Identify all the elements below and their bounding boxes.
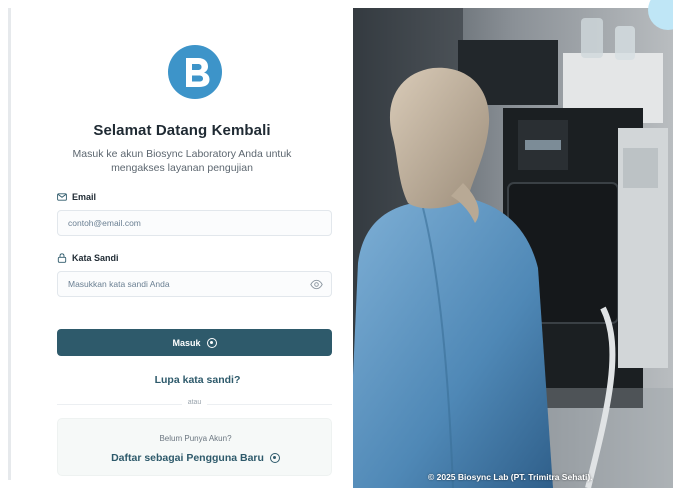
login-button-label: Masuk <box>172 337 201 348</box>
register-question: Belum Punya Akun? <box>159 434 232 443</box>
loading-icon <box>206 337 217 348</box>
login-page: Selamat Datang Kembali Masuk ke akun Bio… <box>0 0 673 488</box>
email-label-text: Email <box>72 192 97 202</box>
divider-text: atau <box>11 399 378 406</box>
register-loading-icon <box>269 453 280 463</box>
lock-icon <box>57 253 67 263</box>
divider-label: atau <box>181 399 208 406</box>
password-field[interactable]: Masukkan kata sandi Anda <box>57 271 332 297</box>
email-field[interactable]: contoh@email.com <box>57 210 332 236</box>
password-label-text: Kata Sandi <box>72 253 119 263</box>
email-placeholder: contoh@email.com <box>68 218 141 228</box>
mail-icon <box>57 193 67 201</box>
register-link[interactable]: Daftar sebagai Pengguna Baru <box>58 452 333 464</box>
register-link-label: Daftar sebagai Pengguna Baru <box>111 452 264 464</box>
photo-caption: © 2025 Biosync Lab (PT. Trimitra Sehati)… <box>428 472 593 482</box>
password-label: Kata Sandi <box>57 253 119 263</box>
forgot-password-link[interactable]: Lupa kata sandi? <box>11 374 384 386</box>
eye-icon[interactable] <box>310 279 323 290</box>
page-subtitle: Masuk ke akun Biosync Laboratory Anda un… <box>72 148 292 174</box>
lab-photo-illustration <box>353 8 673 488</box>
password-placeholder: Masukkan kata sandi Anda <box>68 279 170 289</box>
page-title: Selamat Datang Kembali <box>93 122 271 139</box>
email-label: Email <box>57 192 96 202</box>
biosync-logo-icon <box>168 45 222 99</box>
register-box: Belum Punya Akun? Daftar sebagai Penggun… <box>57 418 332 476</box>
login-panel: Selamat Datang Kembali Masuk ke akun Bio… <box>11 8 353 480</box>
lab-photo: © 2025 Biosync Lab (PT. Trimitra Sehati)… <box>353 8 673 488</box>
login-button[interactable]: Masuk <box>57 329 332 356</box>
